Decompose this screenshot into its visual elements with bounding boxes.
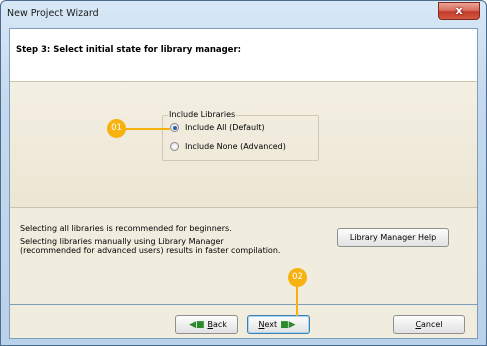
arrow-right-icon: ■▶ [280,319,296,330]
next-button[interactable]: Next ■▶ [247,315,310,334]
radio-checked-icon[interactable] [170,123,179,132]
callout-02-line [296,285,298,316]
info-line-1: Selecting all libraries is recommended f… [20,224,232,233]
radio-unchecked-icon[interactable] [170,142,179,151]
cancel-label: ancel [421,320,443,329]
wizard-window: New Project Wizard x Step 3: Select init… [0,0,487,346]
include-all-label[interactable]: Include All (Default) [185,123,265,132]
include-all-radio[interactable]: Include All (Default) [170,123,265,132]
include-libraries-group: Include Libraries Include All (Default) … [162,110,319,161]
arrow-left-icon: ◀■ [189,319,205,330]
back-button[interactable]: ◀■ Back [175,315,238,334]
divider [10,207,477,208]
next-label: ext [264,320,278,329]
window-title: New Project Wizard [7,8,99,19]
cancel-button[interactable]: Cancel [393,315,465,334]
wizard-header: Step 3: Select initial state for library… [10,29,477,82]
title-bar[interactable]: New Project Wizard x [1,1,486,28]
callout-marker-01: 01 [107,119,126,138]
info-line-3: (recommended for advanced users) results… [20,246,281,255]
include-none-label[interactable]: Include None (Advanced) [185,142,286,151]
group-legend: Include Libraries [168,110,237,119]
options-panel: Include Libraries Include All (Default) … [10,82,477,207]
callout-01-line [126,128,170,130]
library-manager-help-button[interactable]: Library Manager Help [337,228,449,247]
footer-divider [10,304,477,305]
step-title: Step 3: Select initial state for library… [16,45,242,55]
close-icon: x [455,4,463,17]
include-none-radio[interactable]: Include None (Advanced) [170,142,286,151]
back-label: ack [213,320,227,329]
close-button[interactable]: x [438,2,480,20]
callout-marker-02: 02 [288,268,307,287]
wizard-client-area: Step 3: Select initial state for library… [9,28,478,339]
